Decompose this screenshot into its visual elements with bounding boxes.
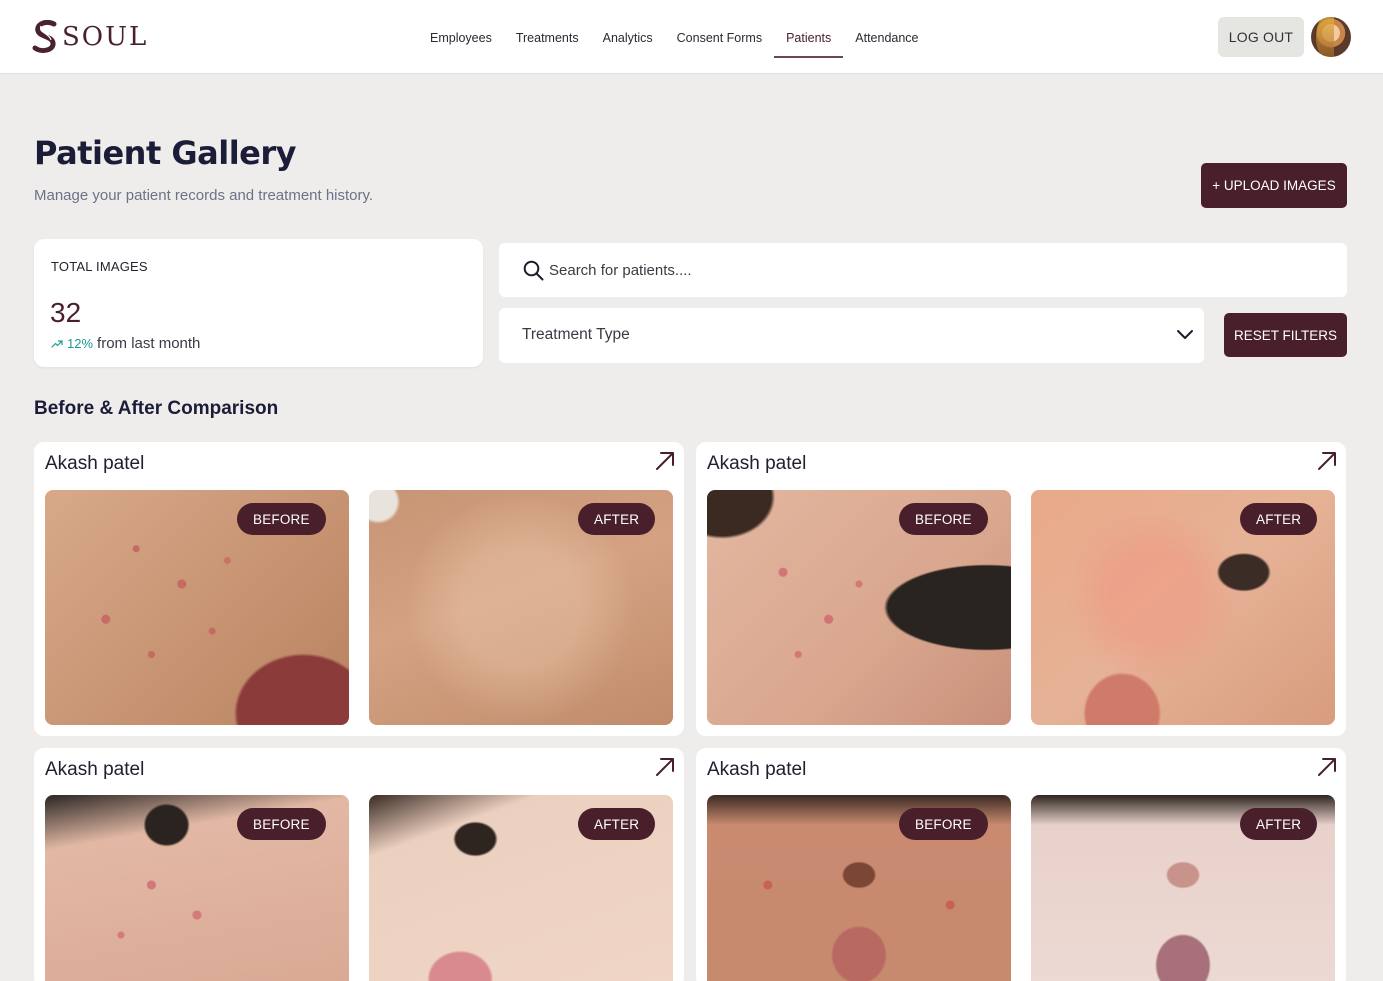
brand-logo[interactable]: SOUL <box>32 20 148 54</box>
after-photo[interactable]: AFTER <box>369 795 673 981</box>
before-photo[interactable]: BEFORE <box>45 795 349 981</box>
arrow-up-right-icon[interactable] <box>654 756 676 778</box>
after-photo[interactable]: AFTER <box>369 490 673 725</box>
arrow-up-right-icon[interactable] <box>1316 450 1338 472</box>
stat-label: TOTAL IMAGES <box>51 259 148 274</box>
nav-item-attendance[interactable]: Attendance <box>843 18 930 58</box>
nav-item-employees[interactable]: Employees <box>418 18 504 58</box>
arrow-up-right-icon[interactable] <box>654 450 676 472</box>
stat-trend: 12% from last month <box>51 335 200 352</box>
comparison-card[interactable]: Akash patel BEFORE AFTER <box>696 748 1346 981</box>
nav-item-treatments[interactable]: Treatments <box>504 18 591 58</box>
arrow-up-right-icon[interactable] <box>1316 756 1338 778</box>
before-badge: BEFORE <box>899 808 988 840</box>
before-photo[interactable]: BEFORE <box>707 795 1011 981</box>
before-badge: BEFORE <box>237 503 326 535</box>
after-photo[interactable]: AFTER <box>1031 795 1335 981</box>
page-subtitle: Manage your patient records and treatmen… <box>34 187 374 204</box>
after-badge: AFTER <box>1240 503 1318 535</box>
search-icon <box>523 260 544 281</box>
nav-item-analytics[interactable]: Analytics <box>591 18 665 58</box>
search-input[interactable] <box>549 255 1309 285</box>
patient-name: Akash patel <box>707 453 807 474</box>
chevron-down-icon <box>1177 330 1193 339</box>
section-title: Before & After Comparison <box>34 398 279 419</box>
comparison-card[interactable]: Akash patel BEFORE AFTER <box>34 748 684 981</box>
patient-search <box>499 243 1347 297</box>
after-photo[interactable]: AFTER <box>1031 490 1335 725</box>
brand-name: SOUL <box>62 22 149 52</box>
reset-filters-button[interactable]: RESET FILTERS <box>1224 313 1347 357</box>
treatment-type-select[interactable]: Treatment Type <box>499 308 1204 363</box>
nav-item-patients[interactable]: Patients <box>774 18 844 58</box>
page-title: Patient Gallery <box>34 134 297 172</box>
user-avatar[interactable] <box>1311 17 1351 57</box>
stat-value: 32 <box>50 297 82 328</box>
treatment-type-label: Treatment Type <box>522 326 630 343</box>
trending-up-icon <box>51 339 63 348</box>
upload-images-button[interactable]: + UPLOAD IMAGES <box>1201 163 1347 208</box>
before-photo[interactable]: BEFORE <box>707 490 1011 725</box>
trend-text: from last month <box>97 335 201 352</box>
logo-mark-icon <box>32 20 57 53</box>
top-navbar: SOUL Employees Treatments Analytics Cons… <box>0 0 1383 74</box>
before-badge: BEFORE <box>237 808 326 840</box>
before-photo[interactable]: BEFORE <box>45 490 349 725</box>
after-badge: AFTER <box>1240 808 1318 840</box>
before-badge: BEFORE <box>899 503 988 535</box>
patient-name: Akash patel <box>45 453 145 474</box>
comparison-card[interactable]: Akash patel BEFORE AFTER <box>34 442 684 736</box>
total-images-card: TOTAL IMAGES 32 12% from last month <box>34 239 483 367</box>
after-badge: AFTER <box>578 503 656 535</box>
logout-button[interactable]: LOG OUT <box>1218 17 1304 57</box>
patient-name: Akash patel <box>45 759 145 780</box>
trend-percent: 12% <box>67 336 94 351</box>
after-badge: AFTER <box>578 808 656 840</box>
patient-name: Akash patel <box>707 759 807 780</box>
main-nav: Employees Treatments Analytics Consent F… <box>418 18 931 58</box>
nav-item-consent-forms[interactable]: Consent Forms <box>665 18 774 58</box>
comparison-card[interactable]: Akash patel BEFORE AFTER <box>696 442 1346 736</box>
